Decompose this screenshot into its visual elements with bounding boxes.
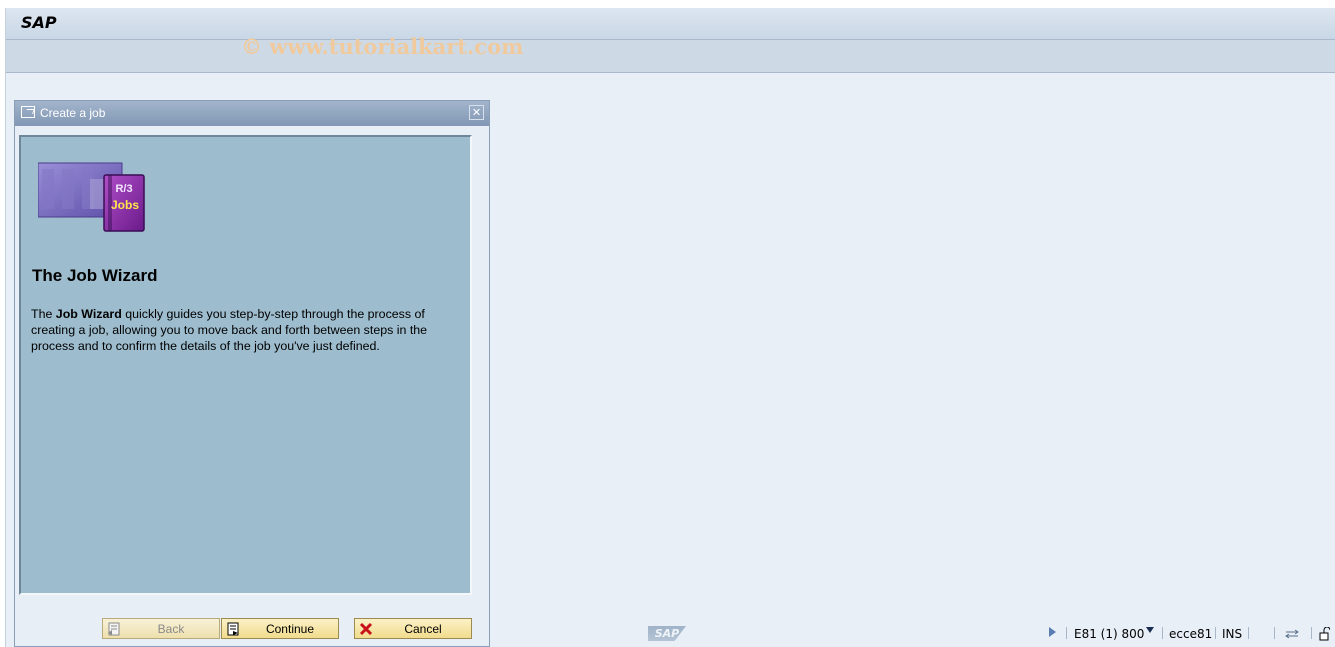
dialog-edit-icon bbox=[21, 106, 35, 118]
app-title: SAP bbox=[21, 13, 57, 32]
cancel-button[interactable]: Cancel bbox=[354, 618, 472, 639]
system-info[interactable]: E81 (1) 800 bbox=[1074, 627, 1144, 641]
toolbar bbox=[6, 40, 1335, 73]
status-separator bbox=[1162, 627, 1163, 639]
status-bar: E81 (1) 800 ecce81 INS bbox=[1045, 627, 1330, 641]
desc-prefix: The bbox=[31, 307, 56, 321]
chevron-down-icon[interactable] bbox=[1146, 627, 1154, 633]
logo-line1: R/3 bbox=[115, 183, 132, 195]
lock-icon[interactable] bbox=[1319, 627, 1330, 641]
logo-line2: Jobs bbox=[111, 198, 139, 212]
title-bar: SAP bbox=[6, 8, 1335, 40]
insert-mode[interactable]: INS bbox=[1222, 627, 1242, 641]
status-separator bbox=[1215, 627, 1216, 639]
status-separator bbox=[1248, 627, 1249, 639]
close-icon[interactable]: ✕ bbox=[469, 105, 484, 120]
status-separator bbox=[1311, 627, 1312, 639]
dialog-header: Create a job ✕ bbox=[15, 101, 489, 126]
back-label: Back bbox=[157, 622, 185, 636]
status-separator bbox=[1066, 627, 1067, 639]
status-separator bbox=[1274, 627, 1275, 639]
watermark: © www.tutorialkart.com bbox=[241, 34, 524, 59]
back-button[interactable]: Back bbox=[102, 618, 220, 639]
continue-button[interactable]: Continue bbox=[221, 618, 339, 639]
wizard-heading: The Job Wizard bbox=[32, 266, 158, 285]
play-icon[interactable] bbox=[1049, 627, 1056, 637]
dialog-title: Create a job bbox=[40, 106, 106, 120]
r3-jobs-logo: R/3 Jobs bbox=[38, 162, 145, 232]
create-job-dialog: Create a job ✕ R/3 Jobs The Job Wizard T… bbox=[14, 100, 490, 647]
wizard-description: The Job Wizard quickly guides you step-b… bbox=[31, 306, 456, 355]
wizard-content-panel: R/3 Jobs The Job Wizard The Job Wizard q… bbox=[19, 135, 472, 595]
cancel-label: Cancel bbox=[404, 622, 442, 636]
continue-label: Continue bbox=[265, 622, 315, 636]
connection-icon[interactable] bbox=[1284, 628, 1300, 640]
desc-bold: Job Wizard bbox=[55, 307, 122, 321]
server-name: ecce81 bbox=[1169, 627, 1213, 641]
